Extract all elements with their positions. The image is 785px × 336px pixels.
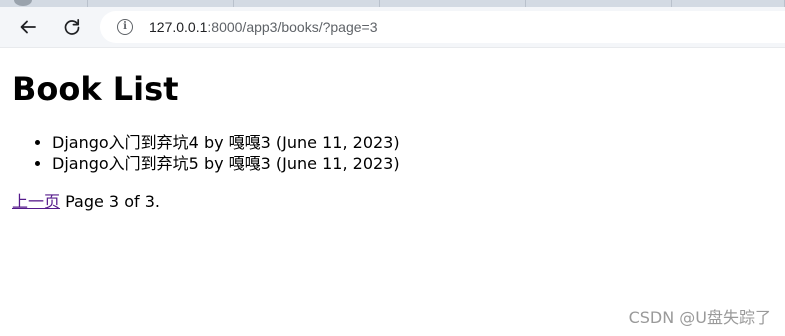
back-arrow-icon <box>20 20 36 34</box>
book-title: Django入门到弃坑4 <box>52 133 199 152</box>
book-author: 嘎嘎3 <box>228 154 271 173</box>
watermark: CSDN @U盘失踪了 <box>628 308 771 327</box>
tab-strip <box>0 0 785 7</box>
tab[interactable] <box>526 0 672 7</box>
list-item: Django入门到弃坑5 by 嘎嘎3 (June 11, 2023) <box>52 153 400 174</box>
page-status: Page 3 of 3. <box>65 192 160 211</box>
back-button[interactable] <box>12 11 44 43</box>
book-list: Django入门到弃坑4 by 嘎嘎3 (June 11, 2023) Djan… <box>12 132 400 174</box>
book-author: 嘎嘎3 <box>228 133 271 152</box>
url-path: :8000/app3/books/?page=3 <box>207 19 378 35</box>
book-date: June 11, 2023 <box>282 133 394 152</box>
list-item: Django入门到弃坑4 by 嘎嘎3 (June 11, 2023) <box>52 132 400 153</box>
by-text: by <box>203 154 224 173</box>
page-content: Book List Django入门到弃坑4 by 嘎嘎3 (June 11, … <box>0 47 785 336</box>
tab[interactable] <box>88 0 234 7</box>
book-title: Django入门到弃坑5 <box>52 154 199 173</box>
url-host: 127.0.0.1 <box>149 19 208 35</box>
by-text: by <box>203 133 224 152</box>
tab[interactable] <box>380 0 526 7</box>
tab[interactable] <box>0 0 88 7</box>
address-bar[interactable]: i 127.0.0.1:8000/app3/books/?page=3 <box>100 11 785 43</box>
tab[interactable] <box>234 0 380 7</box>
pagination: 上一页 Page 3 of 3. <box>12 191 160 212</box>
reload-icon <box>64 18 80 35</box>
url-text[interactable]: 127.0.0.1:8000/app3/books/?page=3 <box>149 19 378 35</box>
info-icon[interactable]: i <box>117 19 133 35</box>
book-date: June 11, 2023 <box>282 154 394 173</box>
previous-page-link[interactable]: 上一页 <box>12 192 60 211</box>
tab[interactable] <box>672 0 785 7</box>
page-title: Book List <box>12 70 179 108</box>
reload-button[interactable] <box>56 11 88 43</box>
browser-toolbar: i 127.0.0.1:8000/app3/books/?page=3 <box>0 7 785 47</box>
